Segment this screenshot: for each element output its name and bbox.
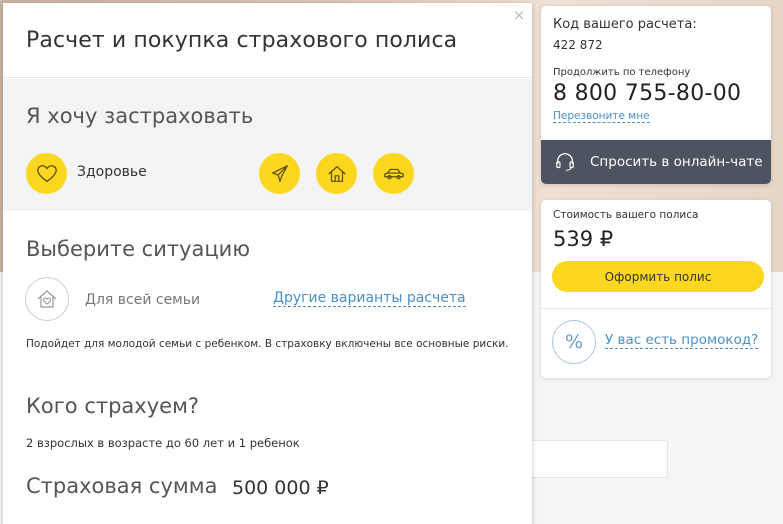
health-label: Здоровье xyxy=(77,164,147,180)
who-text: 2 взрослых в возрасте до 60 лет и 1 ребе… xyxy=(26,436,300,450)
policy-modal: Расчет и покупка страхового полиса × Я х… xyxy=(3,3,532,524)
close-icon[interactable]: × xyxy=(512,8,526,23)
buy-policy-button[interactable]: Оформить полис xyxy=(552,261,764,292)
situation-section: Выберите ситуацию Для всей семьи Другие … xyxy=(3,214,532,524)
insure-section: Я хочу застраховать Здоровье xyxy=(3,79,532,211)
situation-title: Выберите ситуацию xyxy=(26,237,251,261)
divider xyxy=(541,308,771,309)
insure-title: Я хочу застраховать xyxy=(26,104,254,128)
modal-title: Расчет и покупка страхового полиса xyxy=(26,28,458,53)
online-chat-button[interactable]: Спросить в онлайн-чате xyxy=(541,140,771,184)
heart-icon[interactable] xyxy=(26,153,67,194)
price-card: Стоимость вашего полиса 539 ₽ Оформить п… xyxy=(541,200,771,378)
contact-card: Код вашего расчета: 422 872 Продолжить п… xyxy=(541,6,771,184)
phone-number[interactable]: 8 800 755-80-00 xyxy=(553,81,741,106)
calc-code-value: 422 872 xyxy=(553,38,603,52)
situation-description: Подойдет для молодой семьи с ребенком. В… xyxy=(26,338,509,350)
price-value: 539 ₽ xyxy=(553,227,614,251)
calc-code-label: Код вашего расчета: xyxy=(553,17,697,32)
percent-icon[interactable]: % xyxy=(552,320,596,364)
family-label: Для всей семьи xyxy=(85,292,201,308)
online-chat-label: Спросить в онлайн-чате xyxy=(590,154,763,170)
other-variants-link[interactable]: Другие варианты расчета xyxy=(273,290,466,307)
sum-title: Страховая сумма xyxy=(26,474,218,498)
car-icon[interactable] xyxy=(373,153,414,194)
family-house-icon[interactable] xyxy=(25,277,69,321)
phone-label: Продолжить по телефону xyxy=(553,67,691,78)
callback-link[interactable]: Перезвоните мне xyxy=(553,110,650,123)
modal-header: Расчет и покупка страхового полиса × xyxy=(3,3,532,78)
headset-icon xyxy=(556,153,574,171)
background-input xyxy=(520,440,668,478)
sum-value: 500 000 ₽ xyxy=(232,477,329,499)
plane-icon[interactable] xyxy=(259,153,300,194)
price-label: Стоимость вашего полиса xyxy=(553,209,699,221)
who-title: Кого страхуем? xyxy=(26,394,200,418)
house-icon[interactable] xyxy=(316,153,357,194)
promo-code-link[interactable]: У вас есть промокод? xyxy=(605,332,759,349)
